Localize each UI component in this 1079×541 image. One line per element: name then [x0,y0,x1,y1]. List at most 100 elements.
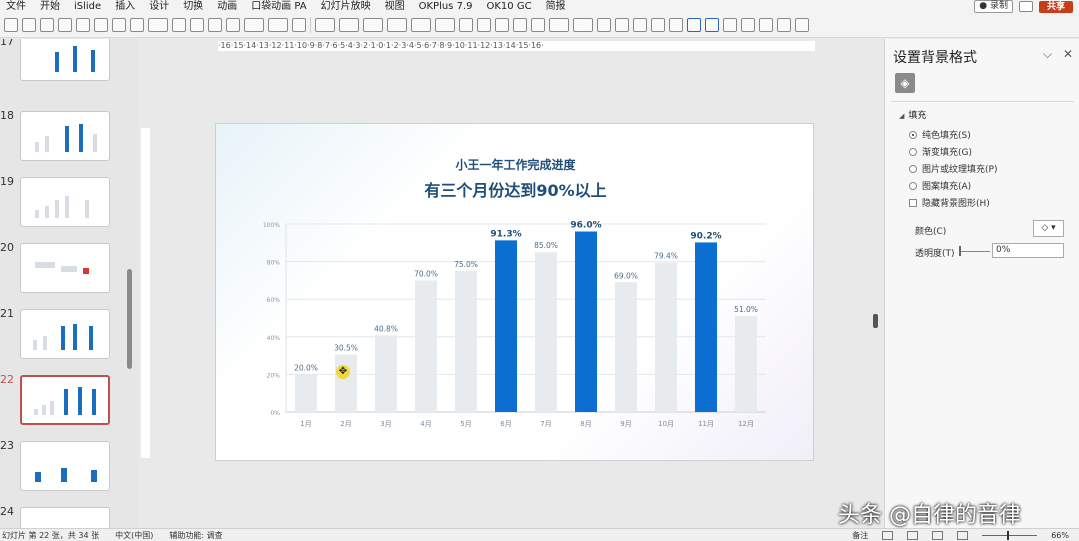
thumbnail-scrollbar[interactable] [127,269,132,369]
fill-color-icon[interactable] [244,18,264,32]
picture-fill-option[interactable]: 图片或纹理填充(P) [909,162,997,175]
rotate-icon[interactable] [190,18,204,32]
bar-chart[interactable]: 0% 20% 40% 60% 80% 100% 20.0% 1月 30.5% 2月 40.8% 3月 7… [246,214,786,434]
menu-animations[interactable]: 动画 [211,0,245,13]
checkbox[interactable] [909,198,917,207]
color-picker-button[interactable]: ◇ ▾ [1033,220,1064,237]
bar[interactable] [495,240,517,412]
bar[interactable] [375,335,397,412]
notes-button[interactable]: 备注 [852,530,868,541]
share-button[interactable]: 共享 [1038,0,1073,13]
distribute-icon[interactable] [112,18,126,32]
slide-thumbnail[interactable] [20,441,110,491]
menu-file[interactable]: 文件 [0,0,34,13]
table-icon[interactable] [687,18,701,32]
shadow-icon[interactable] [633,18,647,32]
align-left-icon[interactable] [4,18,18,32]
slide-thumbnail[interactable] [20,177,110,227]
thumbnail-row[interactable]: 24 [0,501,138,528]
bar[interactable] [455,271,477,412]
menu-design[interactable]: 设计 [143,0,177,13]
thumbnail-row[interactable]: 20 [0,237,138,299]
solid-fill-option[interactable]: 纯色填充(S) [909,128,971,141]
slide-title[interactable]: 有三个月份达到90%以上 [216,177,813,201]
align-right-icon[interactable] [40,18,54,32]
target-icon[interactable] [741,18,755,32]
char-spacing-icon[interactable] [411,18,431,32]
radio-button[interactable] [909,130,917,139]
slideshow-view-icon[interactable] [957,530,969,540]
thumbnail-row[interactable]: 19 [0,171,138,233]
bar[interactable] [535,252,557,412]
text-align-icon[interactable] [495,18,509,32]
text-effect-icon[interactable] [387,18,407,32]
thumbnail-row[interactable]: 22 [0,369,138,431]
transparency-input[interactable]: 0% [992,243,1064,258]
comments-icon[interactable] [1018,1,1033,12]
bar[interactable] [655,262,677,412]
radio-button[interactable] [909,147,917,156]
fill-section-header[interactable]: ◢ 填充 [899,108,926,121]
bar[interactable] [415,280,437,412]
gradient-fill-option[interactable]: 渐变填充(G) [909,145,972,158]
canvas-scrollbar[interactable] [873,314,878,328]
effects-icon[interactable] [573,18,593,32]
menu-view[interactable]: 视图 [379,0,413,13]
image-icon[interactable] [777,18,791,32]
align-bottom-icon[interactable] [94,18,108,32]
slide-thumbnail[interactable] [20,111,110,161]
link-icon[interactable] [723,18,737,32]
settings-icon[interactable] [549,18,569,32]
menu-transitions[interactable]: 切换 [177,0,211,13]
transparency-slider-handle[interactable] [959,246,961,256]
more-dropdown-icon[interactable] [795,18,809,32]
font-case-icon[interactable] [435,18,455,32]
slide[interactable]: 小王一年工作完成进度 有三个月份达到90%以上 0% 20% 40% 60% 80% 10… [215,123,814,461]
outline-icon[interactable] [597,18,611,32]
thumbnail-row[interactable]: 23 [0,435,138,497]
slide-thumbnail[interactable] [20,39,110,81]
record-button[interactable]: ● 录制 [974,0,1013,13]
zoom-slider[interactable] [982,530,1038,540]
menu-okplus[interactable]: OKPlus 7.9 [413,0,481,13]
slide-subtitle[interactable]: 小王一年工作完成进度 [216,156,813,173]
align-top-icon[interactable] [58,18,72,32]
slide-thumbnail-active[interactable] [20,375,110,425]
menu-insert[interactable]: 插入 [109,0,143,13]
bar[interactable] [575,231,597,412]
numbering-icon[interactable] [477,18,491,32]
layers-icon[interactable] [615,18,629,32]
arrange-icon[interactable] [226,18,240,32]
accessibility-status[interactable]: 辅助功能: 调查 [167,530,222,541]
select-icon[interactable] [651,18,665,32]
justify-icon[interactable] [513,18,527,32]
pattern-fill-option[interactable]: 图案填充(A) [909,179,971,192]
bar[interactable] [735,316,757,412]
menu-ok10[interactable]: OK10 GC [480,0,539,13]
normal-view-icon[interactable] [882,530,894,540]
shape-fill-icon[interactable] [148,18,168,32]
thumbnail-row[interactable]: 18 [0,105,138,167]
close-icon[interactable]: ✕ [1063,47,1073,61]
bar[interactable] [615,282,637,412]
group-icon[interactable] [130,18,144,32]
columns-icon[interactable] [531,18,545,32]
bar[interactable] [295,374,317,412]
align-middle-icon[interactable] [76,18,90,32]
menu-slideshow[interactable]: 幻灯片放映 [315,0,379,13]
menu-briefing[interactable]: 简报 [540,0,574,13]
reading-view-icon[interactable] [932,530,944,540]
crop-image-icon[interactable] [759,18,773,32]
menu-islide[interactable]: iSlide [68,0,109,13]
zoom-level[interactable]: 66% [1051,531,1069,540]
font-color-icon[interactable] [363,18,383,32]
highlighter-icon[interactable] [339,18,359,32]
chevron-down-icon[interactable]: ⌵ [1043,47,1052,62]
size-icon[interactable] [172,18,186,32]
paint-bucket-icon[interactable]: ◈ [895,73,915,93]
menu-home[interactable]: 开始 [34,0,68,13]
text-box-icon[interactable] [292,18,306,32]
language-status[interactable]: 中文(中国) [113,530,153,541]
menu-pocket-animation[interactable]: 口袋动画 PA [245,0,314,13]
radio-button[interactable] [909,181,917,190]
